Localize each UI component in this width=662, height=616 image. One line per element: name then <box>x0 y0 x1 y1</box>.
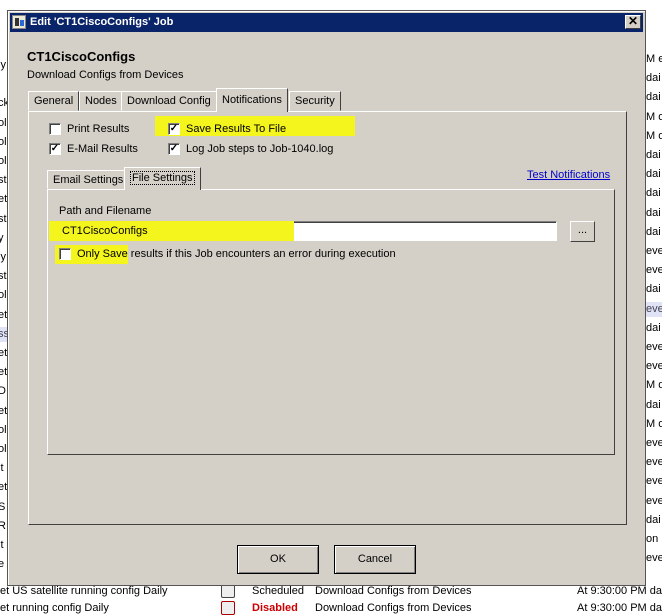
background-list-cell: eve <box>646 494 662 507</box>
background-list-cell: eve <box>646 552 662 565</box>
email-results-checkbox[interactable]: ✓ <box>49 143 61 155</box>
ok-button[interactable]: OK <box>237 545 319 574</box>
log-steps-checkbox[interactable]: ✓ <box>168 143 180 155</box>
job-description: Download Configs from Devices <box>27 69 184 81</box>
path-label: Path and Filename <box>59 205 152 217</box>
background-list-cell: dai <box>646 225 661 238</box>
background-list-cell: dai <box>646 398 661 411</box>
app-icon <box>12 15 26 29</box>
tab-notifications[interactable]: Notifications <box>216 88 288 112</box>
tab-nodes[interactable]: Nodes <box>79 91 123 111</box>
tab-general[interactable]: General <box>28 91 80 111</box>
email-results-label: E-Mail Results <box>67 143 138 155</box>
job-list-row[interactable]: et running config Daily Disabled Downloa… <box>0 600 662 616</box>
background-list-right: M ev dai dai M or M or dai dai dai dai dai eve eve d… <box>646 0 662 590</box>
tab-email-settings[interactable]: Email Settings <box>47 170 130 189</box>
background-list-cell: eve <box>646 456 662 469</box>
save-results-checkbox[interactable]: ✓ <box>168 123 180 135</box>
background-list-cell: M or <box>646 110 662 123</box>
only-save-checkbox[interactable] <box>59 248 71 260</box>
close-button[interactable]: ✕ <box>625 15 641 29</box>
print-results-checkbox[interactable] <box>49 123 61 135</box>
background-list-cell: dai <box>646 72 661 85</box>
background-list-cell: M da <box>646 379 662 392</box>
background-list-cell: eve <box>646 301 662 317</box>
background-list-cell: eve <box>646 360 662 373</box>
background-list-cell: M or <box>646 129 662 142</box>
background-list-cell: dai <box>646 187 661 200</box>
background-list-cell: M ev <box>646 53 662 65</box>
tab-file-settings[interactable]: File Settings <box>124 167 201 190</box>
job-next-run: At 9:30:00 PM dai <box>577 602 662 614</box>
background-list-cell: eve <box>646 341 662 353</box>
background-list-cell: M or <box>646 417 662 430</box>
job-status: Disabled <box>252 602 298 614</box>
background-list-cell: eve <box>646 475 662 488</box>
background-list-cell: dai <box>646 321 661 334</box>
path-value: CT1CiscoConfigs <box>62 225 148 237</box>
background-list-cell: dai <box>646 168 661 181</box>
print-results-label: Print Results <box>67 123 130 135</box>
only-save-label-start: Only Save <box>77 248 128 260</box>
job-name-heading: CT1CiscoConfigs <box>27 49 136 64</box>
job-name: et running config Daily <box>0 602 109 614</box>
dialog-titlebar[interactable]: Edit 'CT1CiscoConfigs' Job ✕ <box>10 13 643 32</box>
tab-download-config[interactable]: Download Config <box>121 91 217 111</box>
file-settings-tab-label: File Settings <box>130 171 195 185</box>
only-save-label-rest: results if this Job encounters an error … <box>127 248 396 260</box>
browse-button[interactable]: ... <box>570 221 595 242</box>
test-notifications-link[interactable]: Test Notifications <box>527 169 610 181</box>
disabled-icon <box>221 601 235 615</box>
dialog-title: Edit 'CT1CiscoConfigs' Job <box>30 16 174 28</box>
background-list-cell: eve <box>646 245 662 257</box>
background-list-cell: dai <box>646 283 661 296</box>
background-list-cell: dai <box>646 513 661 526</box>
background-list-cell: dai <box>646 149 661 161</box>
background-list-cell: dai <box>646 206 661 219</box>
edit-job-dialog: Edit 'CT1CiscoConfigs' Job ✕ CT1CiscoCon… <box>7 10 646 586</box>
background-list-cell: on <box>646 533 659 545</box>
save-results-label: Save Results To File <box>186 123 287 135</box>
only-save-label: Only Save results if this Job encounters… <box>77 246 396 262</box>
background-list-cell: eve <box>646 437 662 449</box>
cancel-button[interactable]: Cancel <box>334 545 416 574</box>
job-description: Download Configs from Devices <box>315 602 472 614</box>
background-list-cell: eve <box>646 264 662 277</box>
log-steps-label: Log Job steps to Job-1040.log <box>186 143 334 155</box>
tab-security[interactable]: Security <box>289 91 341 111</box>
background-list-cell: dai <box>646 91 661 104</box>
scheduled-icon <box>221 584 235 598</box>
